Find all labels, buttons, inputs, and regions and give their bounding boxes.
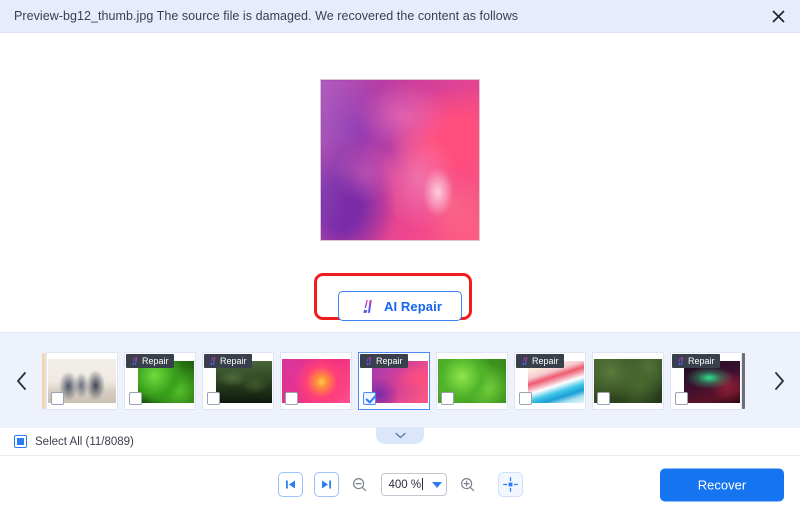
close-icon[interactable] [764, 2, 792, 30]
zoom-dropdown-chevron-down-icon[interactable] [431, 481, 442, 488]
select-all-checkbox[interactable] [14, 435, 27, 448]
thumb-dahlia[interactable] [280, 351, 352, 410]
ai-repair-label: AI Repair [384, 298, 442, 314]
ai-gradient-icon [210, 356, 216, 365]
zoom-level-value: 400 % [388, 478, 424, 491]
thumbnails-viewport[interactable]: Repair Repair Repair Repair Repair [42, 333, 758, 428]
image-layer-highlight [321, 80, 479, 240]
thumbnails-next-button[interactable] [758, 333, 800, 428]
thumbnail-checkbox[interactable] [597, 391, 610, 405]
thumb-leaf[interactable]: Repair [124, 351, 196, 410]
ai-gradient-icon [522, 356, 528, 365]
ai-repair-badge: Repair [516, 353, 564, 368]
ai-gradient-icon [363, 299, 372, 313]
chevron-right-icon [774, 371, 784, 390]
ai-gradient-icon [366, 356, 372, 365]
ai-repair-badge-label: Repair [220, 355, 247, 366]
dialog-header: Preview-bg12_thumb.jpg The source file i… [0, 0, 800, 33]
zoom-out-button[interactable] [350, 475, 370, 495]
thumbnails-prev-button[interactable] [0, 333, 42, 428]
ai-repair-badge: Repair [672, 353, 720, 368]
thumb-abstract[interactable]: Repair [514, 351, 586, 410]
chevron-down-icon [394, 432, 406, 439]
text-caret [422, 478, 424, 490]
chevron-left-icon [16, 371, 26, 390]
page-title: Preview-bg12_thumb.jpg The source file i… [14, 9, 519, 23]
preview-area: AI Repair [0, 33, 800, 332]
recovered-image-preview [320, 79, 480, 241]
ai-repair-badge-label: Repair [532, 355, 559, 366]
fit-to-screen-button[interactable] [497, 472, 523, 497]
damaged-file-preview-dialog: Preview-bg12_thumb.jpg The source file i… [0, 0, 800, 513]
last-image-button[interactable] [313, 472, 339, 497]
ai-repair-badge-label: Repair [142, 355, 169, 366]
fit-to-screen-icon [502, 477, 518, 492]
thumb-aerial[interactable] [592, 351, 664, 410]
zoom-level-input[interactable]: 400 % [380, 473, 447, 496]
footer-toolbar: 400 % Recover [0, 456, 800, 513]
thumbnail-checkbox[interactable] [129, 391, 142, 405]
thumbnail-checkbox[interactable] [285, 391, 298, 405]
thumb-clover[interactable] [436, 351, 508, 410]
zoom-in-icon [460, 477, 475, 492]
thumb-forest[interactable]: Repair [202, 351, 274, 410]
recover-button[interactable]: Recover [660, 468, 784, 501]
thumb-petal[interactable]: Repair [358, 351, 430, 410]
thumb-meeting[interactable] [46, 351, 118, 410]
strip-collapse-toggle[interactable] [376, 427, 424, 444]
thumbnail-checkbox[interactable] [363, 391, 376, 405]
zoom-in-button[interactable] [458, 475, 478, 495]
thumbnails-row: Repair Repair Repair Repair Repair [46, 333, 742, 428]
thumbnail-checkbox[interactable] [51, 391, 64, 405]
ai-repair-badge: Repair [360, 353, 408, 368]
thumbnail-checkbox[interactable] [519, 391, 532, 405]
skip-to-end-icon [321, 480, 331, 489]
ai-repair-badge: Repair [126, 353, 174, 368]
strip-right-edge-marker [742, 352, 745, 409]
ai-repair-button[interactable]: AI Repair [338, 291, 462, 321]
ai-repair-badge-label: Repair [688, 355, 715, 366]
thumbnail-checkbox[interactable] [207, 391, 220, 405]
zoom-tools: 400 % [277, 472, 523, 497]
ai-repair-badge-label: Repair [376, 355, 403, 366]
ai-repair-badge: Repair [204, 353, 252, 368]
zoom-out-icon [352, 477, 367, 492]
ai-gradient-icon [678, 356, 684, 365]
ai-gradient-icon [132, 356, 138, 365]
skip-to-start-icon [285, 480, 295, 489]
ai-repair-section: AI Repair [300, 273, 500, 331]
select-all-label: Select All (11/8089) [35, 435, 134, 448]
thumbnail-checkbox[interactable] [441, 391, 454, 405]
first-image-button[interactable] [277, 472, 303, 497]
thumbnail-checkbox[interactable] [675, 391, 688, 405]
thumb-aurora[interactable]: Repair [670, 351, 742, 410]
thumbnail-strip: Repair Repair Repair Repair Repair [0, 332, 800, 444]
